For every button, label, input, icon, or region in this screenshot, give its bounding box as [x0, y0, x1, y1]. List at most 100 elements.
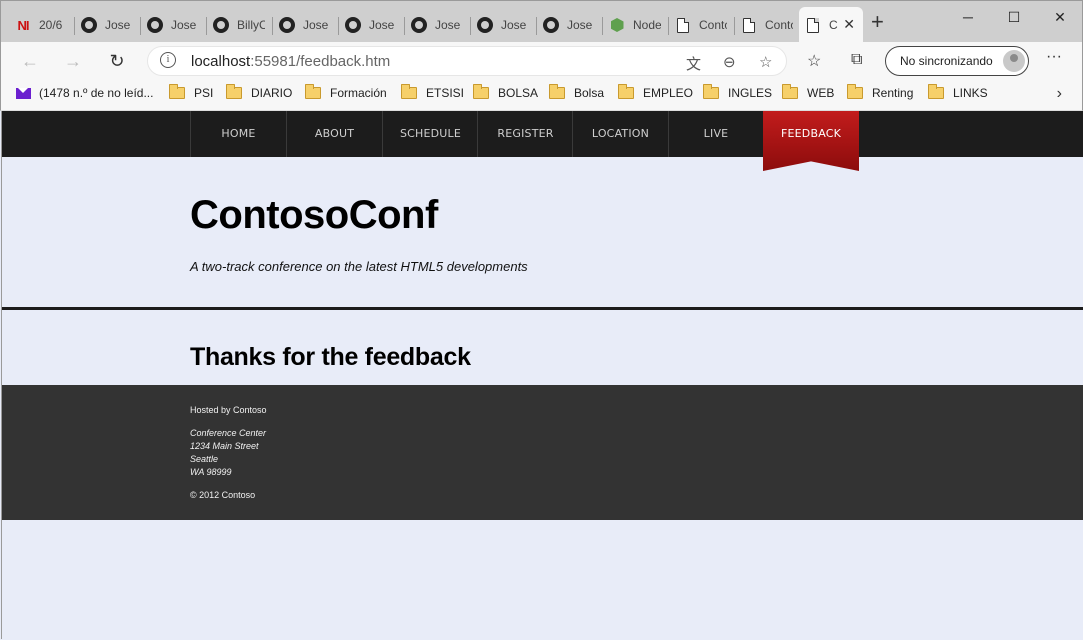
nav-schedule[interactable]: SCHEDULE — [382, 111, 478, 157]
favorite-folder[interactable]: BOLSA — [473, 84, 538, 100]
favorite-folder[interactable]: DIARIO — [226, 84, 292, 100]
browser-tab[interactable]: Jose — [273, 7, 339, 43]
collections-icon[interactable]: ⧉ — [851, 51, 862, 69]
browser-tab[interactable]: Jose — [141, 7, 207, 43]
url-text[interactable]: localhost:55981/feedback.htm — [191, 53, 390, 70]
nav-live[interactable]: LIVE — [668, 111, 764, 157]
folder-icon — [226, 84, 242, 99]
site-tagline: A two-track conference on the latest HTM… — [190, 259, 528, 274]
refresh-icon[interactable]: ↻ — [102, 48, 132, 74]
browser-tab[interactable]: BillyC — [207, 7, 273, 43]
profile-sync-button[interactable]: No sincronizando — [885, 46, 1029, 76]
tab-label: Node — [633, 18, 661, 32]
github-icon — [543, 17, 559, 33]
footer-copyright: © 2012 Contoso — [190, 490, 256, 500]
tab-label: Conto — [765, 18, 793, 32]
address-line: 1234 Main Street — [190, 441, 259, 451]
tab-label: Jose — [435, 18, 461, 32]
tab-label: 20/6 — [39, 18, 63, 32]
favorite-folder[interactable]: ETSISI — [401, 84, 464, 100]
browser-tab[interactable]: Conto — [735, 7, 799, 43]
page-icon — [805, 17, 821, 33]
site-nav: HOME ABOUT SCHEDULE REGISTER LOCATION LI… — [2, 111, 1083, 171]
address-line: Seattle — [190, 454, 219, 464]
avatar — [1003, 50, 1025, 72]
tab-label: Jose — [105, 18, 131, 32]
browser-tab[interactable]: NI 20/6 — [9, 7, 75, 43]
site-title: ContosoConf — [190, 193, 438, 237]
folder-icon — [782, 84, 798, 99]
github-icon — [477, 17, 493, 33]
back-icon[interactable]: ← — [15, 48, 45, 74]
favorites-list-icon[interactable]: ☆ — [807, 51, 821, 71]
favorite-folder[interactable]: Formación — [305, 84, 387, 100]
nav-about[interactable]: ABOUT — [286, 111, 382, 157]
site-page: HOME ABOUT SCHEDULE REGISTER LOCATION LI… — [1, 111, 1083, 639]
address-line: Conference Center — [190, 428, 267, 438]
folder-icon — [169, 84, 185, 99]
close-window-icon[interactable]: ✕ — [1037, 1, 1083, 33]
folder-icon — [305, 84, 321, 99]
nav-location[interactable]: LOCATION — [572, 111, 668, 157]
folder-icon — [401, 84, 417, 99]
browser-tab[interactable]: Node — [603, 7, 669, 43]
page-icon — [675, 17, 691, 33]
browser-tab[interactable]: Jose — [75, 7, 141, 43]
github-icon — [345, 17, 361, 33]
tab-label: Jose — [501, 18, 527, 32]
address-line: WA 98999 — [190, 467, 232, 477]
chevron-right-icon[interactable]: › — [1057, 85, 1062, 103]
tab-strip: NI 20/6 Jose Jose BillyC Jose Jose Jose … — [0, 0, 1083, 43]
favorite-star-icon[interactable]: ☆ — [759, 53, 772, 71]
folder-icon — [618, 84, 634, 99]
favorite-item[interactable]: (1478 n.º de no leíd... — [16, 86, 153, 100]
tab-label: C — [829, 18, 838, 32]
favorite-folder[interactable]: INGLES — [703, 84, 772, 100]
github-icon — [147, 17, 163, 33]
browser-tab[interactable]: Jose — [537, 7, 603, 43]
favorite-folder[interactable]: PSI — [169, 84, 213, 100]
browser-tab[interactable]: Conto — [669, 7, 735, 43]
favorite-folder[interactable]: Renting — [847, 84, 913, 100]
footer-hosted: Hosted by Contoso — [190, 405, 267, 415]
translate-icon[interactable]: 文 — [686, 53, 701, 74]
tab-label: Jose — [171, 18, 197, 32]
github-icon — [81, 17, 97, 33]
nav-feedback[interactable]: FEEDBACK — [763, 111, 859, 171]
maximize-icon[interactable]: ☐ — [991, 1, 1037, 33]
new-tab-button[interactable]: + — [871, 11, 884, 33]
favorite-folder[interactable]: Bolsa — [549, 84, 604, 100]
browser-tab[interactable]: Jose — [471, 7, 537, 43]
folder-icon — [847, 84, 863, 99]
address-toolbar: ← → ↻ i localhost:55981/feedback.htm 文 ⊖… — [0, 42, 1083, 80]
tab-label: Jose — [303, 18, 329, 32]
page-heading: Thanks for the feedback — [190, 343, 471, 371]
tab-label: Jose — [567, 18, 593, 32]
browser-tab[interactable]: Jose — [405, 7, 471, 43]
node-icon — [609, 17, 625, 33]
mail-icon — [16, 87, 31, 99]
nav-register[interactable]: REGISTER — [477, 111, 573, 157]
minimize-icon[interactable]: ─ — [945, 1, 991, 33]
browser-tab-active[interactable]: C ✕ — [799, 7, 863, 43]
tab-label: BillyC — [237, 18, 265, 32]
address-bar[interactable]: i localhost:55981/feedback.htm 文 ⊖ ☆ — [147, 46, 787, 76]
more-menu-icon[interactable]: ··· — [1046, 48, 1062, 66]
github-icon — [279, 17, 295, 33]
nav-home[interactable]: HOME — [190, 111, 286, 157]
close-tab-icon[interactable]: ✕ — [843, 16, 855, 33]
github-icon — [411, 17, 427, 33]
favorite-folder[interactable]: LINKS — [928, 84, 988, 100]
page-icon — [741, 17, 757, 33]
forward-icon[interactable]: → — [58, 48, 88, 74]
favorite-folder[interactable]: WEB — [782, 84, 834, 100]
folder-icon — [549, 84, 565, 99]
browser-tab[interactable]: Jose — [339, 7, 405, 43]
zoom-icon[interactable]: ⊖ — [723, 53, 736, 71]
favorites-bar: (1478 n.º de no leíd... PSI DIARIO Forma… — [0, 80, 1083, 111]
site-info-icon[interactable]: i — [160, 52, 176, 68]
tab-label: Conto — [699, 18, 727, 32]
divider — [2, 307, 1083, 310]
tab-label: Jose — [369, 18, 395, 32]
favorite-folder[interactable]: EMPLEO — [618, 84, 693, 100]
